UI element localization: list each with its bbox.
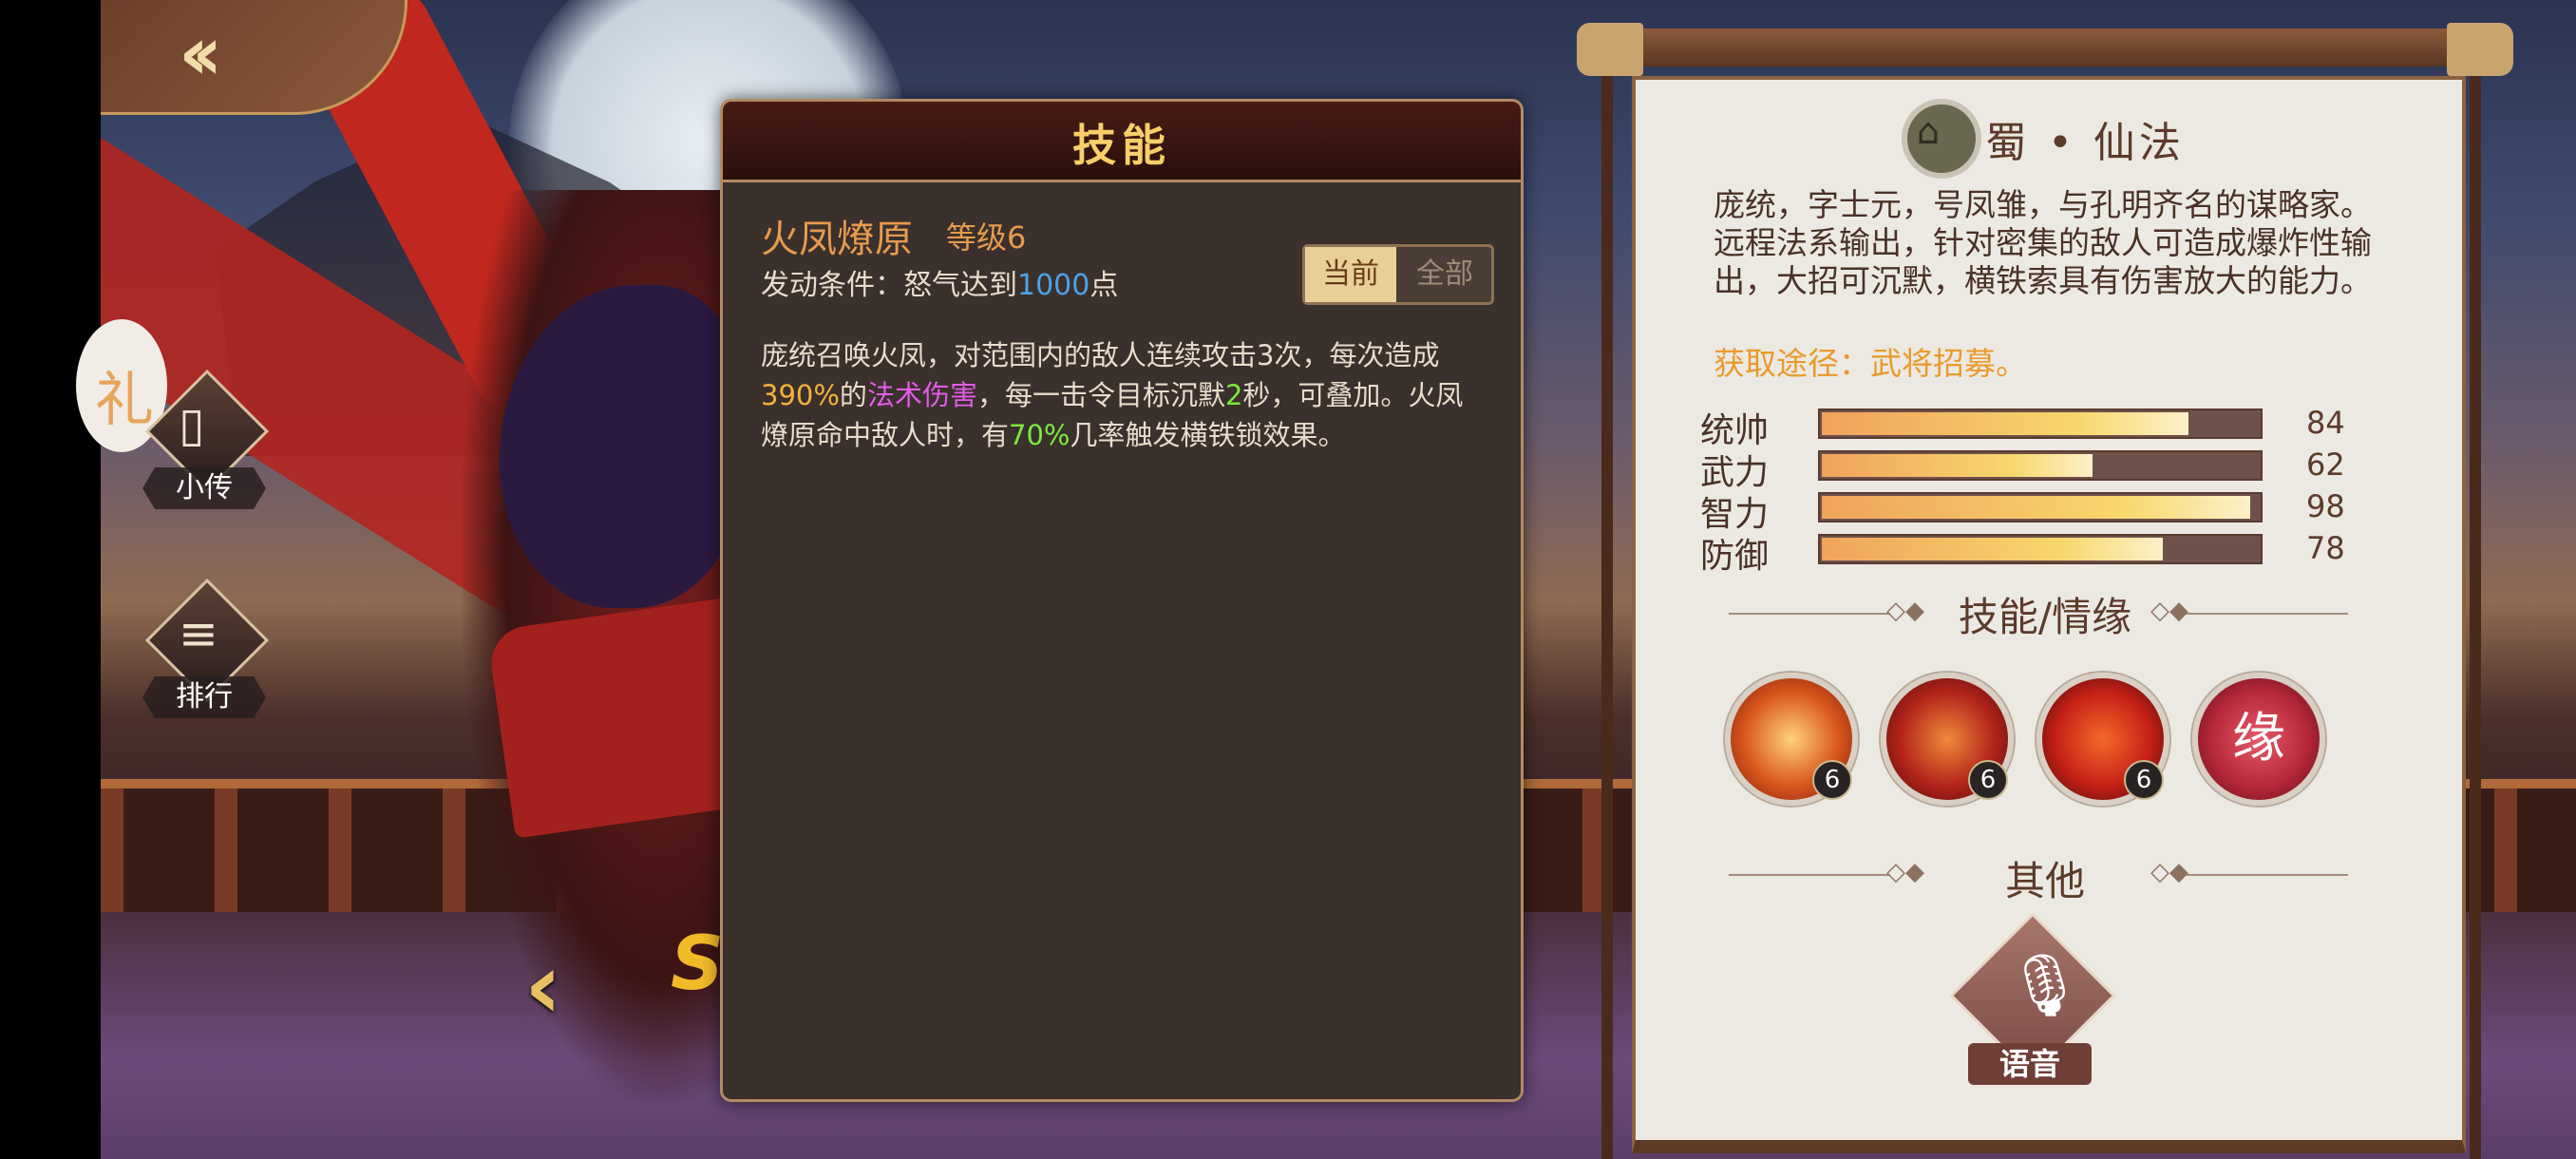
stat-row-defense: 防御 78 bbox=[1700, 528, 2384, 576]
section-title-other: 其他 bbox=[2004, 858, 2085, 904]
stat-bar bbox=[1818, 534, 2263, 564]
scroll-pole bbox=[1601, 66, 1613, 1159]
skill-level: 等级6 bbox=[946, 219, 1027, 256]
skill-level-badge: 6 bbox=[1812, 760, 1852, 800]
stat-bar bbox=[1818, 450, 2263, 481]
stat-name: 防御 bbox=[1700, 537, 1770, 576]
stat-bar-fill bbox=[1822, 412, 2189, 435]
microphone-icon: 🎙 bbox=[2006, 951, 2084, 1021]
stat-bar bbox=[1818, 492, 2263, 522]
desc-part: 庞统召唤火凤，对范围内的敌人连续攻击3次，每次造成 bbox=[761, 339, 1440, 371]
skill-description: 庞统召唤火凤，对范围内的敌人连续攻击3次，每次造成 390%的法术伤害，每一击令目… bbox=[761, 335, 1483, 455]
stat-bar-fill bbox=[1822, 496, 2250, 519]
desc-part: ，每一击令目标沉默 bbox=[976, 379, 1225, 411]
condition-prefix: 发动条件：怒气达到 bbox=[761, 269, 1017, 302]
scroll-cap bbox=[2447, 23, 2513, 76]
section-divider bbox=[2187, 874, 2348, 876]
ranking-label: 排行 bbox=[142, 676, 266, 718]
scroll-pole bbox=[2470, 66, 2481, 1159]
stat-value: 78 bbox=[2306, 530, 2345, 566]
condition-suffix: 点 bbox=[1089, 269, 1119, 302]
stat-bar-fill bbox=[1822, 454, 2093, 477]
fate-heart-icon[interactable]: 缘 bbox=[2192, 673, 2325, 806]
hero-bio: 庞统，字士元，号凤雏，与孔明齐名的谋略家。远程法系输出，针对密集的敌人可造成爆炸… bbox=[1714, 186, 2372, 299]
skill-level-badge: 6 bbox=[1968, 760, 2008, 800]
shu-emblem-glyph: ⌂ bbox=[1917, 110, 1941, 152]
trigger-chance: 70% bbox=[1009, 419, 1070, 451]
damage-percent: 390% bbox=[761, 379, 840, 411]
skill-level-badge: 6 bbox=[2124, 760, 2164, 800]
stat-row-intelligence: 智力 98 bbox=[1700, 486, 2384, 534]
biography-button[interactable]: ▯ 小传 bbox=[142, 369, 270, 511]
skill-condition: 发动条件：怒气达到1000点 bbox=[761, 261, 1118, 303]
stat-bar-fill bbox=[1822, 538, 2163, 560]
stat-value: 62 bbox=[2306, 446, 2345, 483]
back-arrow-icon[interactable]: ‹‹ bbox=[179, 11, 222, 97]
diamond-ornament-icon: ◇◆ bbox=[2150, 597, 2188, 625]
acquire-method: 获取途径：武将招募。 bbox=[1714, 345, 2027, 382]
diamond-ornament-icon: ◇◆ bbox=[2150, 858, 2188, 886]
toggle-all-button[interactable]: 全部 bbox=[1398, 247, 1491, 302]
scroll-rod bbox=[1577, 28, 2508, 66]
scroll-cap bbox=[1577, 23, 1643, 76]
section-divider bbox=[2187, 613, 2348, 615]
stat-bar bbox=[1818, 408, 2263, 439]
toggle-current-button[interactable]: 当前 bbox=[1305, 247, 1396, 302]
skill-detail-panel: 技能 火凤燎原 等级6 发动条件：怒气达到1000点 当前 全部 庞统召唤火凤，… bbox=[720, 99, 1524, 1102]
book-icon-glyph: ▯ bbox=[179, 397, 205, 452]
stat-value: 84 bbox=[2306, 405, 2345, 441]
stat-value: 98 bbox=[2306, 488, 2345, 524]
desc-part: 的 bbox=[839, 379, 867, 411]
desc-part: 几率触发横铁锁效果。 bbox=[1070, 419, 1346, 451]
ranking-button[interactable]: ≡ 排行 bbox=[142, 578, 270, 720]
silence-seconds: 2 bbox=[1224, 379, 1243, 411]
biography-label: 小传 bbox=[142, 467, 266, 509]
hero-faction: 蜀 • 仙法 bbox=[1985, 119, 2185, 167]
skill-panel-header: 技能 bbox=[723, 102, 1521, 182]
level-toggle: 当前 全部 bbox=[1302, 244, 1494, 305]
skill-name: 火凤燎原 bbox=[761, 218, 913, 261]
chevron-left-icon[interactable]: ‹ bbox=[524, 933, 562, 1039]
stat-row-command: 统帅 84 bbox=[1700, 403, 2384, 450]
scroll-icon-glyph: ≡ bbox=[179, 606, 218, 661]
stat-row-force: 武力 62 bbox=[1700, 445, 2384, 492]
voice-label[interactable]: 语音 bbox=[1968, 1043, 2092, 1085]
shu-emblem-icon bbox=[1902, 99, 1981, 179]
skill-panel-title: 技能 bbox=[1072, 120, 1171, 171]
damage-type: 法术伤害 bbox=[866, 379, 977, 411]
condition-value: 1000 bbox=[1017, 269, 1090, 302]
